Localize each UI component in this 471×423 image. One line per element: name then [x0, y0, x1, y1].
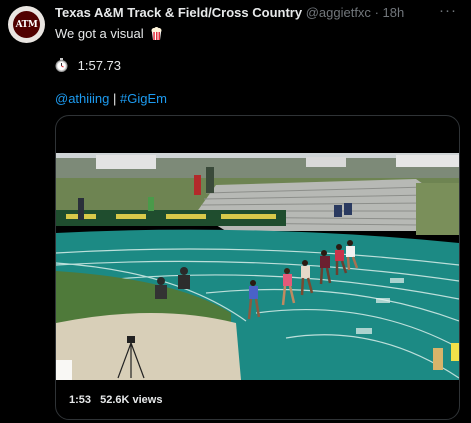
- video-footer: 1:53 52.6K views: [69, 394, 168, 406]
- author-name[interactable]: Texas A&M Track & Field/Cross Country: [55, 5, 302, 20]
- mention-link[interactable]: @athiiing: [55, 91, 109, 106]
- more-icon[interactable]: ···: [439, 2, 457, 19]
- tweet-time[interactable]: 18h: [383, 5, 405, 20]
- popcorn-icon: [150, 27, 163, 43]
- video-duration: 1:53: [69, 394, 92, 406]
- tweet-header: Texas A&M Track & Field/Cross Country @a…: [55, 5, 404, 20]
- hashtag-link[interactable]: #GigEm: [120, 91, 167, 106]
- video-player[interactable]: [56, 153, 459, 380]
- result-time: 1:57.73: [77, 58, 121, 73]
- video-badge: [56, 360, 72, 380]
- tweet-text: We got a visual: [55, 26, 144, 41]
- author-handle[interactable]: @aggietfxc: [306, 5, 371, 20]
- atm-logo: ATM: [13, 11, 40, 38]
- video-views: 52.6K views: [100, 394, 163, 406]
- tweet-text-line2: 1:57.73: [55, 58, 121, 75]
- video-frame: [56, 153, 459, 380]
- header-separator: ·: [374, 5, 379, 20]
- stopwatch-icon: [55, 58, 68, 75]
- tweet-text-line3: @athiiing | #GigEm: [55, 91, 167, 106]
- tweet-text-line1: We got a visual: [55, 26, 163, 43]
- video-card[interactable]: 1:53 52.6K views: [55, 115, 460, 420]
- avatar[interactable]: ATM: [8, 6, 45, 43]
- divider: |: [113, 91, 117, 106]
